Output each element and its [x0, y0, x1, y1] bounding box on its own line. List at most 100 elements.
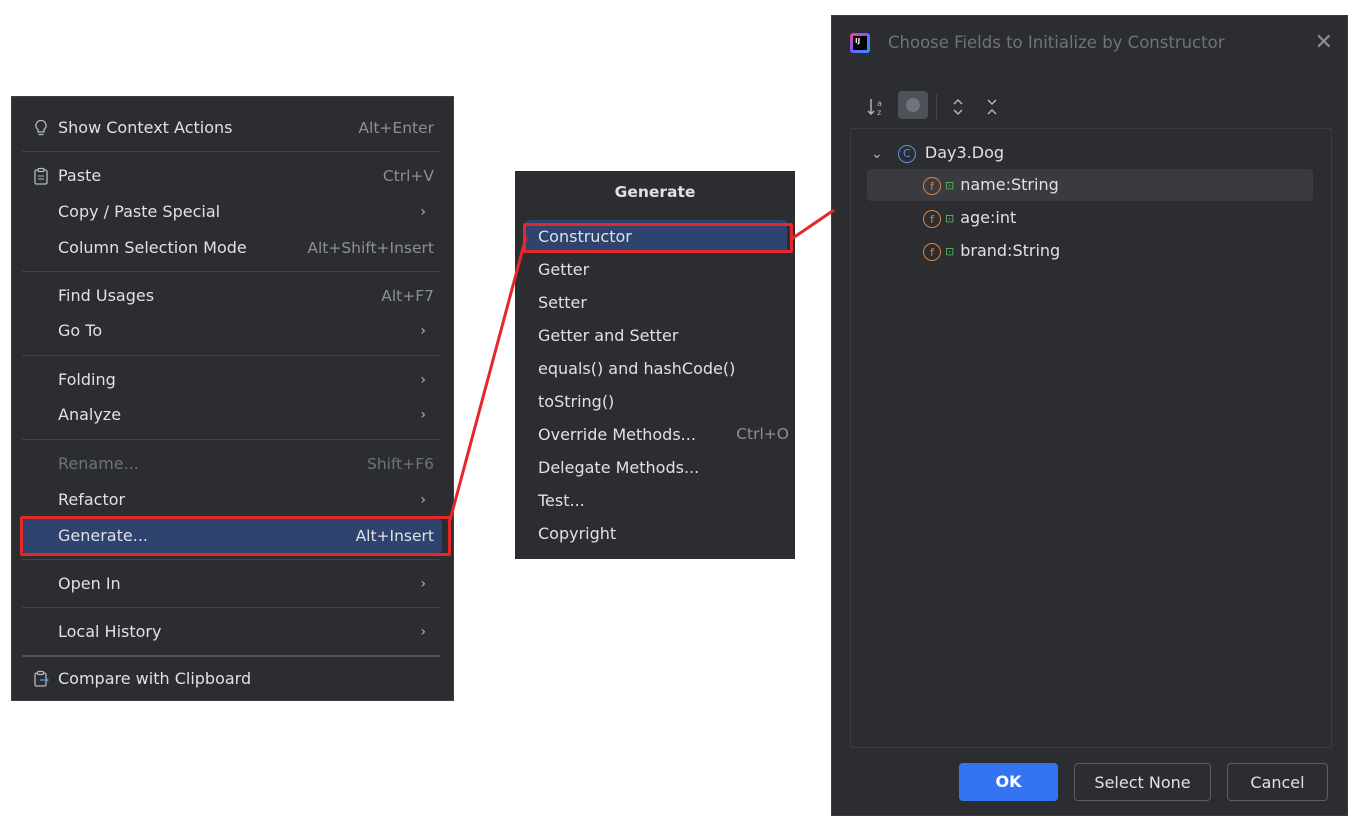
menu-item-label: Column Selection Mode: [58, 238, 247, 257]
submenu-arrow-icon: ›: [420, 576, 426, 592]
generate-item-label: toString(): [538, 392, 615, 411]
field-label: brand:String: [960, 241, 1061, 260]
menu-item-find-usages[interactable]: Find Usages Alt+F7: [22, 279, 442, 313]
cancel-button[interactable]: Cancel: [1227, 763, 1328, 801]
field-toggle-icon: [906, 98, 920, 112]
generate-item-equals-hashcode[interactable]: equals() and hashCode(): [525, 352, 787, 385]
submenu-arrow-icon: ›: [420, 624, 426, 640]
sort-alphabetically-icon[interactable]: az: [866, 94, 888, 120]
shortcut-label: Ctrl+O: [736, 425, 789, 443]
menu-item-folding[interactable]: Folding ›: [22, 363, 442, 397]
logo-text: IJ: [855, 37, 861, 45]
generate-item-label: Getter and Setter: [538, 326, 679, 345]
toolbar-separator: [936, 94, 937, 120]
field-icon: f: [923, 209, 941, 228]
generate-item-getter[interactable]: Getter: [525, 253, 787, 286]
menu-item-open-in[interactable]: Open In ›: [22, 567, 442, 601]
generate-item-getter-and-setter[interactable]: Getter and Setter: [525, 319, 787, 352]
connector-line-constructor: [789, 208, 835, 242]
close-icon[interactable]: ✕: [1315, 30, 1333, 55]
generate-item-label: equals() and hashCode(): [538, 359, 736, 378]
menu-item-label: Copy / Paste Special: [58, 202, 221, 221]
menu-item-paste[interactable]: Paste Ctrl+V: [22, 159, 442, 193]
menu-item-label: Compare with Clipboard: [58, 669, 252, 688]
field-icon: f: [923, 176, 941, 195]
generate-item-label: Setter: [538, 293, 587, 312]
menu-item-label: Folding: [58, 370, 116, 389]
tree-row-field-age[interactable]: f ⊡ age:int: [867, 202, 1313, 234]
compare-clipboard-icon: [32, 670, 50, 688]
generate-item-setter[interactable]: Setter: [525, 286, 787, 319]
tree-row-field-brand[interactable]: f ⊡ brand:String: [867, 235, 1313, 267]
expand-all-icon[interactable]: [948, 94, 968, 120]
generate-popup: Generate Constructor Getter Setter Gette…: [515, 171, 795, 559]
generate-item-label: Copyright: [538, 524, 617, 543]
generate-item-test[interactable]: Test...: [525, 484, 787, 517]
dialog-title-bar: IJ Choose Fields to Initialize by Constr…: [832, 16, 1347, 71]
generate-item-tostring[interactable]: toString(): [525, 385, 787, 418]
generate-item-copyright[interactable]: Copyright: [525, 517, 787, 550]
tree-node-class[interactable]: ⌄ C Day3.Dog: [871, 137, 1004, 169]
menu-item-label: Open In: [58, 574, 121, 593]
fields-tree: ⌄ C Day3.Dog f ⊡ name:String f ⊡ age:int f ⊡ b…: [850, 128, 1332, 748]
class-icon: C: [897, 144, 916, 163]
shortcut-label: Alt+Shift+Insert: [307, 239, 434, 257]
show-fields-toggle-button[interactable]: [898, 91, 928, 119]
menu-item-analyze[interactable]: Analyze ›: [22, 398, 442, 432]
editor-context-menu: Show Context Actions Alt+Enter Paste Ctr…: [11, 96, 454, 701]
select-none-button[interactable]: Select None: [1074, 763, 1211, 801]
menu-item-rename: Rename... Shift+F6: [22, 447, 442, 481]
clipboard-icon: [32, 167, 50, 185]
menu-item-column-selection-mode[interactable]: Column Selection Mode Alt+Shift+Insert: [22, 231, 442, 265]
shortcut-label: Alt+F7: [381, 287, 434, 305]
menu-separator: [22, 151, 440, 152]
menu-item-label: Paste: [58, 166, 102, 185]
class-name: Day3.Dog: [924, 143, 1005, 162]
submenu-arrow-icon: ›: [420, 204, 426, 220]
field-label: name:String: [960, 175, 1059, 194]
choose-fields-dialog: IJ Choose Fields to Initialize by Constr…: [831, 15, 1348, 816]
lock-open-icon: ⊡: [945, 178, 955, 192]
menu-item-show-context-actions[interactable]: Show Context Actions Alt+Enter: [22, 111, 442, 145]
menu-item-local-history[interactable]: Local History ›: [22, 615, 442, 649]
chevron-down-icon[interactable]: ⌄: [871, 146, 883, 162]
lightbulb-icon: [32, 119, 50, 137]
generate-item-label: Getter: [538, 260, 590, 279]
generate-item-label: Test...: [538, 491, 585, 510]
shortcut-label: Shift+F6: [367, 455, 434, 473]
ok-button[interactable]: OK: [959, 763, 1058, 801]
menu-item-copy-paste-special[interactable]: Copy / Paste Special ›: [22, 195, 442, 229]
highlight-box-generate: [20, 516, 451, 556]
menu-item-refactor[interactable]: Refactor ›: [22, 483, 442, 517]
menu-item-label: Find Usages: [58, 286, 155, 305]
submenu-arrow-icon: ›: [420, 323, 426, 339]
generate-popup-title: Generate: [614, 183, 696, 201]
menu-separator: [22, 271, 440, 272]
dialog-title: Choose Fields to Initialize by Construct…: [888, 33, 1225, 52]
menu-separator: [22, 355, 440, 356]
generate-item-label: Delegate Methods...: [538, 458, 700, 477]
lock-open-icon: ⊡: [945, 211, 955, 225]
shortcut-label: Ctrl+V: [382, 167, 434, 185]
svg-text:z: z: [877, 108, 881, 117]
submenu-arrow-icon: ›: [420, 492, 426, 508]
menu-item-label: Analyze: [58, 405, 122, 424]
field-icon: f: [923, 242, 941, 261]
menu-item-compare-with-clipboard[interactable]: Compare with Clipboard: [22, 662, 442, 696]
intellij-logo-icon: IJ: [850, 33, 870, 53]
tree-row-field-name[interactable]: f ⊡ name:String: [867, 169, 1313, 201]
generate-item-label: Override Methods...: [538, 425, 696, 444]
generate-item-delegate-methods[interactable]: Delegate Methods...: [525, 451, 787, 484]
generate-item-override-methods[interactable]: Override Methods... Ctrl+O: [525, 418, 789, 451]
menu-item-go-to[interactable]: Go To ›: [22, 314, 442, 348]
field-label: age:int: [960, 208, 1017, 227]
menu-separator: [22, 655, 440, 657]
menu-item-label: Show Context Actions: [58, 118, 233, 137]
menu-separator: [22, 607, 440, 608]
menu-item-label: Local History: [58, 622, 162, 641]
submenu-arrow-icon: ›: [420, 372, 426, 388]
menu-item-label: Go To: [58, 321, 103, 340]
shortcut-label: Alt+Enter: [358, 119, 434, 137]
collapse-all-icon[interactable]: [982, 94, 1002, 120]
menu-separator: [22, 559, 440, 560]
